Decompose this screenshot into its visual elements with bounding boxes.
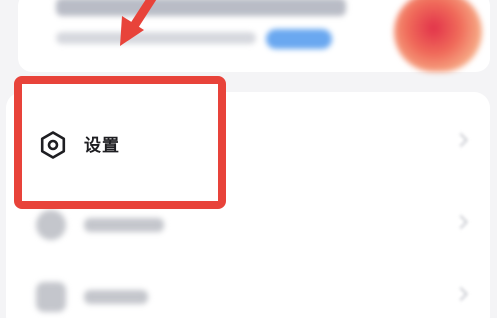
banner-tag-blurred[interactable] (266, 29, 332, 49)
menu-item-label-blurred (84, 218, 164, 232)
highlight-box (14, 76, 226, 209)
menu-item-icon-blurred (36, 210, 66, 240)
profile-banner[interactable] (18, 0, 490, 72)
chevron-right-icon (453, 214, 469, 230)
banner-promo-image[interactable] (394, 0, 482, 72)
menu-item-label-blurred (84, 290, 148, 304)
pointer-arrow-icon (120, 0, 157, 46)
chevron-right-icon (453, 286, 469, 302)
menu-item-blurred[interactable] (6, 262, 490, 318)
screen: 设置 (0, 0, 497, 318)
menu-item-icon-blurred (36, 282, 66, 312)
chevron-right-icon (453, 132, 469, 148)
